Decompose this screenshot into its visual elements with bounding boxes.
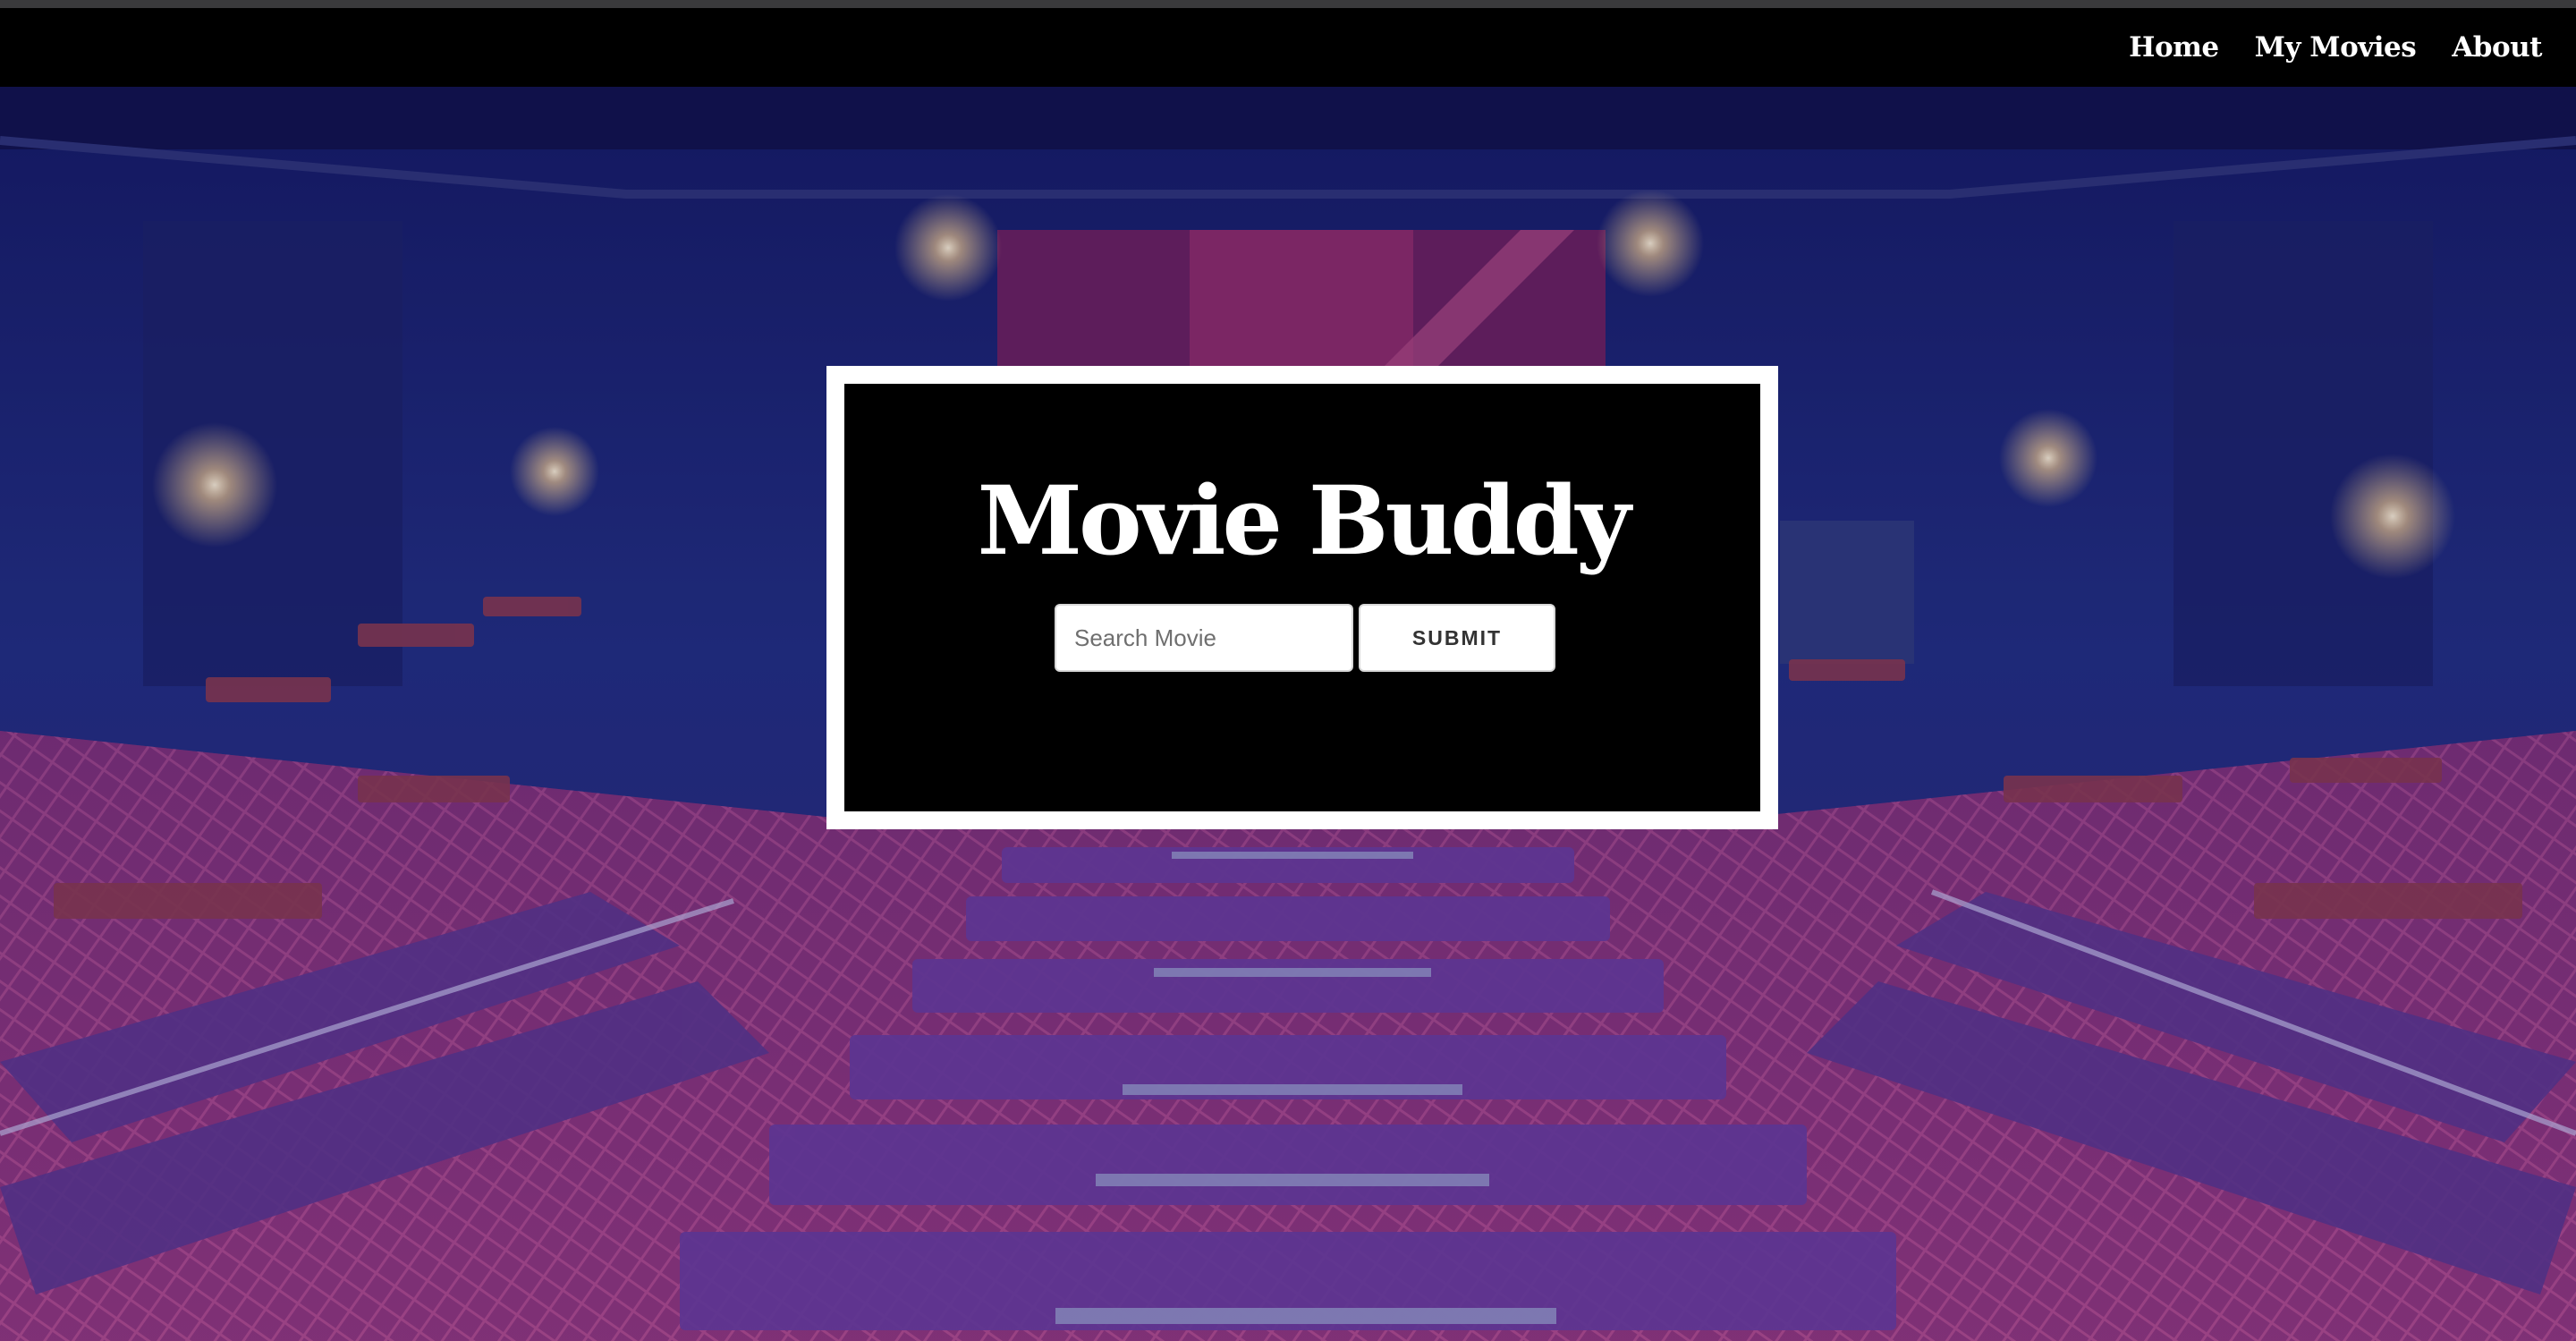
nav-link-about[interactable]: About [2452,31,2542,64]
nav-link-home[interactable]: Home [2129,31,2219,64]
submit-button[interactable]: SUBMIT [1359,604,1555,672]
top-navbar: Home My Movies About [0,8,2576,87]
hero-card-inner: Movie Buddy SUBMIT [844,384,1760,811]
window-top-edge [0,0,2576,8]
app-title: Movie Buddy [977,464,1631,576]
hero-card: Movie Buddy SUBMIT [826,366,1778,829]
nav-link-my-movies[interactable]: My Movies [2255,31,2417,64]
search-movie-input[interactable] [1055,604,1353,672]
search-form: SUBMIT [1055,604,1555,672]
